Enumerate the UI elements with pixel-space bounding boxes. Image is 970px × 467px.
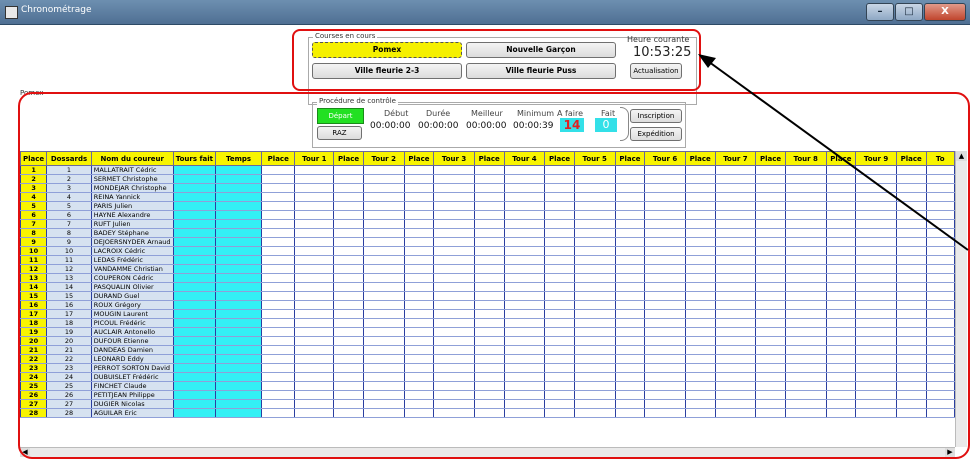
- highlight-grid-frame: [18, 92, 970, 459]
- window-title: Chronométrage: [21, 5, 92, 15]
- maximize-button[interactable]: □: [895, 3, 923, 21]
- highlight-courses-frame: [292, 29, 701, 91]
- close-button[interactable]: X: [924, 3, 966, 21]
- client-area: Courses en cours Pomex Nouvelle Garçon V…: [0, 25, 970, 467]
- title-bar: Chronométrage – □ X: [0, 0, 970, 25]
- app-icon: [5, 6, 18, 19]
- minimize-button[interactable]: –: [866, 3, 894, 21]
